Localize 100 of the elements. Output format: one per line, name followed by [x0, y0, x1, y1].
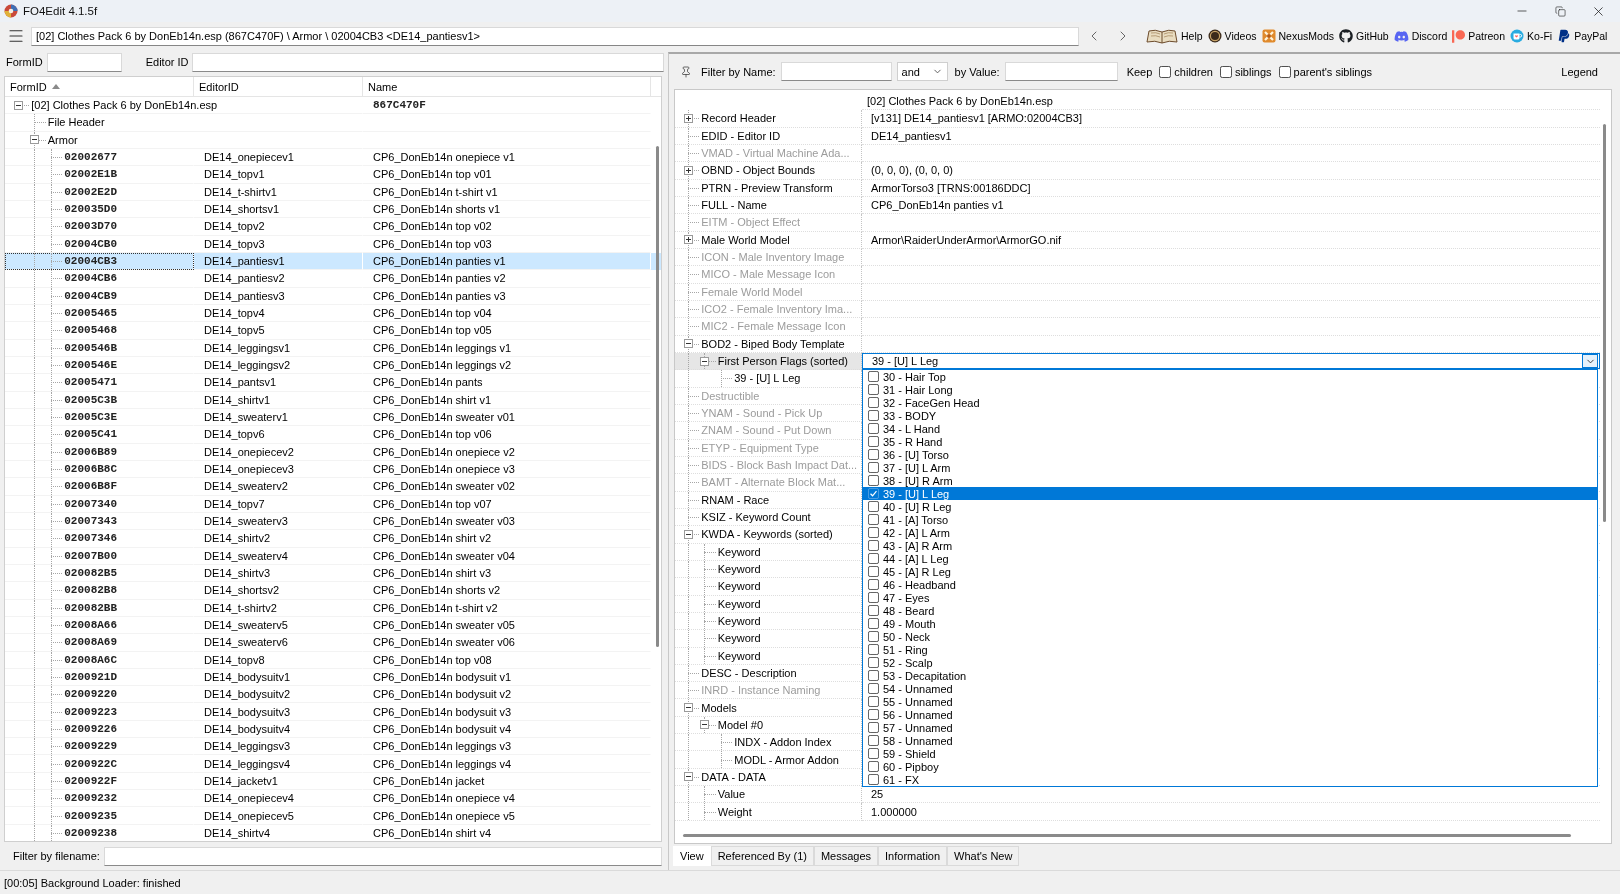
toolbar-link[interactable]: Patreon: [1452, 26, 1506, 46]
tree-row[interactable]: 02008A66 DE14_sweaterv5 CP6_DonEb14n sweater v05: [5, 616, 661, 635]
scrollbar[interactable]: [683, 834, 1571, 837]
tree-row[interactable]: 0200546B DE14_leggingsv1 CP6_DonEb14n leggings v1: [5, 339, 661, 357]
checkbox[interactable]: [868, 670, 879, 682]
tree-row[interactable]: 02009226 DE14_bodysuitv4 CP6_DonEb14n bodysuit v4: [5, 720, 661, 739]
plus-box-icon[interactable]: [683, 235, 693, 245]
field-name-cell[interactable]: Keyword: [675, 630, 862, 648]
tree-row[interactable]: 02007B00 DE14_sweaterv4 CP6_DonEb14n sweater v04: [5, 547, 661, 565]
minus-box-icon[interactable]: [683, 529, 693, 539]
tree-row[interactable]: 02009229 DE14_leggingsv3 CP6_DonEb14n leggings v3: [5, 738, 661, 756]
tree-row[interactable]: 02005C3E DE14_sweaterv1 CP6_DonEb14n sweater v01: [5, 408, 661, 427]
field-name-cell[interactable]: Record Header: [675, 110, 862, 128]
tab[interactable]: What's New: [947, 846, 1020, 866]
plus-box-icon[interactable]: [683, 165, 693, 175]
scrollbar[interactable]: [1603, 124, 1606, 522]
field-name-cell[interactable]: 39 - [U] L Leg: [675, 370, 862, 388]
name-filter-input[interactable]: [780, 62, 892, 81]
checkbox[interactable]: [868, 683, 879, 695]
checkbox[interactable]: [868, 553, 879, 565]
tree-row[interactable]: 020082B5 DE14_shirtv3 CP6_DonEb14n shirt v3: [5, 564, 661, 583]
operator-select[interactable]: and: [896, 62, 948, 81]
checkbox[interactable]: [868, 449, 879, 461]
tree-row[interactable]: 02008A6C DE14_topv8 CP6_DonEb14n top v08: [5, 651, 661, 669]
tree-row[interactable]: 02009220 DE14_bodysuitv2 CP6_DonEb14n bodysuit v2: [5, 686, 661, 704]
checkbox[interactable]: [868, 735, 879, 747]
toolbar-link[interactable]: GitHub: [1339, 26, 1389, 46]
checkbox[interactable]: [868, 423, 879, 435]
minus-box-icon[interactable]: [683, 339, 693, 349]
checkbox[interactable]: [868, 410, 879, 422]
checkbox[interactable]: [868, 462, 879, 474]
tree-row[interactable]: 02005C3B DE14_shirtv1 CP6_DonEb14n shirt v1: [5, 391, 661, 409]
checkbox-label[interactable]: parent's siblings: [1293, 65, 1373, 78]
tree-row[interactable]: 02005465 DE14_topv4 CP6_DonEb14n top v04: [5, 304, 661, 323]
minus-box-icon[interactable]: [13, 100, 23, 110]
tree-row[interactable]: 02006B89 DE14_onepiecev2 CP6_DonEb14n onepiece v2: [5, 443, 661, 461]
toolbar-link[interactable]: Videos: [1207, 26, 1257, 46]
tree-row[interactable]: 02005468 DE14_topv5 CP6_DonEb14n top v05: [5, 322, 661, 340]
checkbox[interactable]: [868, 397, 879, 409]
tree-row[interactable]: 0200921D DE14_bodysuitv1 CP6_DonEb14n bodysuit v1: [5, 668, 661, 687]
tree-row[interactable]: 02009238 DE14_shirtv4 CP6_DonEb14n shirt v4: [5, 824, 661, 841]
tree-row[interactable]: 02006B8F DE14_sweaterv2 CP6_DonEb14n sweater v02: [5, 478, 661, 496]
tree-row[interactable]: 02008A69 DE14_sweaterv6 CP6_DonEb14n sweater v06: [5, 634, 661, 652]
checkbox[interactable]: [868, 475, 879, 487]
pin-icon[interactable]: [680, 65, 692, 78]
filter-input[interactable]: [192, 52, 664, 72]
field-name-cell[interactable]: Value: [675, 786, 862, 804]
toolbar-link[interactable]: Ko-Fi: [1510, 26, 1553, 46]
checkbox[interactable]: [868, 514, 879, 526]
field-name-cell[interactable]: MODL - Armor Addon: [675, 751, 862, 769]
tree-row[interactable]: 02005C41 DE14_topv6 CP6_DonEb14n top v06: [5, 426, 661, 444]
record-path-field[interactable]: [02] Clothes Pack 6 by DonEb14n.esp (867C470F) \ Armor \ 02004CB3 <DE14_pantiesv1>: [31, 26, 1079, 46]
tree-row[interactable]: 02009223 DE14_bodysuitv3 CP6_DonEb14n bodysuit v3: [5, 703, 661, 721]
tree-row[interactable]: [02] Clothes Pack 6 by DonEb14n.esp 867C470F: [5, 97, 661, 115]
checkbox[interactable]: [868, 761, 879, 773]
checkbox[interactable]: [868, 657, 879, 669]
checkbox-label[interactable]: siblings: [1234, 65, 1272, 78]
tab[interactable]: View: [673, 846, 711, 866]
toolbar-link[interactable]: NexusMods: [1261, 26, 1334, 46]
minus-box-icon[interactable]: [700, 356, 709, 366]
tree-row[interactable]: 02002E1B DE14_topv1 CP6_DonEb14n top v01: [5, 166, 661, 184]
checkbox[interactable]: [868, 709, 879, 721]
toolbar-link[interactable]: Discord: [1393, 26, 1448, 46]
tree-row[interactable]: 0200922C DE14_leggingsv4 CP6_DonEb14n leggings v4: [5, 755, 661, 773]
dropdown-option[interactable]: 39 - [U] L Leg: [863, 487, 1597, 501]
filter-input[interactable]: [46, 52, 122, 72]
checkbox[interactable]: [868, 774, 879, 786]
checkbox[interactable]: [868, 540, 879, 552]
checkbox[interactable]: [868, 722, 879, 734]
plus-box-icon[interactable]: [683, 114, 693, 123]
tree-row[interactable]: 02003D70 DE14_topv2 CP6_DonEb14n top v02: [5, 218, 661, 236]
tree-row[interactable]: 0200546E DE14_leggingsv2 CP6_DonEb14n leggings v2: [5, 356, 661, 375]
checkbox[interactable]: [1219, 65, 1232, 78]
tree-row[interactable]: 0200922F DE14_jacketv1 CP6_DonEb14n jacket: [5, 772, 661, 791]
tree-row[interactable]: 020082B8 DE14_shortsv2 CP6_DonEb14n shorts v2: [5, 582, 661, 600]
checkbox[interactable]: [868, 527, 879, 539]
checkbox[interactable]: [868, 501, 879, 513]
checkbox[interactable]: [868, 748, 879, 760]
minus-box-icon[interactable]: [700, 720, 709, 730]
field-name-cell[interactable]: Keyword: [675, 578, 862, 596]
field-name-cell[interactable]: INDX - Addon Index: [675, 734, 862, 752]
checkbox[interactable]: [868, 605, 879, 617]
tree-row[interactable]: File Header: [5, 114, 661, 132]
tree-row[interactable]: Armor: [5, 131, 661, 149]
checkbox[interactable]: [868, 384, 879, 396]
tree-row[interactable]: 02009235 DE14_onepiecev5 CP6_DonEb14n onepiece v5: [5, 807, 661, 825]
field-name-cell[interactable]: KWDA - Keywords (sorted): [675, 526, 862, 544]
checkbox[interactable]: [868, 592, 879, 604]
tree-row[interactable]: 02004CB0 DE14_topv3 CP6_DonEb14n top v03: [5, 235, 661, 253]
checkbox[interactable]: [868, 371, 879, 383]
scrollbar[interactable]: [656, 146, 659, 647]
tree-row[interactable]: 02004CB9 DE14_pantiesv3 CP6_DonEb14n panties v3: [5, 287, 661, 305]
tree-row[interactable]: 02007340 DE14_topv7 CP6_DonEb14n top v07: [5, 495, 661, 513]
tab[interactable]: Information: [878, 846, 948, 866]
checkbox[interactable]: [1159, 65, 1172, 78]
dropdown-button[interactable]: [1582, 354, 1598, 369]
field-name-cell[interactable]: Models: [675, 699, 862, 717]
toolbar-link[interactable]: PayPal: [1557, 26, 1608, 46]
tree-row[interactable]: 02009232 DE14_onepiecev4 CP6_DonEb14n onepiece v4: [5, 790, 661, 808]
checkbox[interactable]: [868, 644, 879, 656]
